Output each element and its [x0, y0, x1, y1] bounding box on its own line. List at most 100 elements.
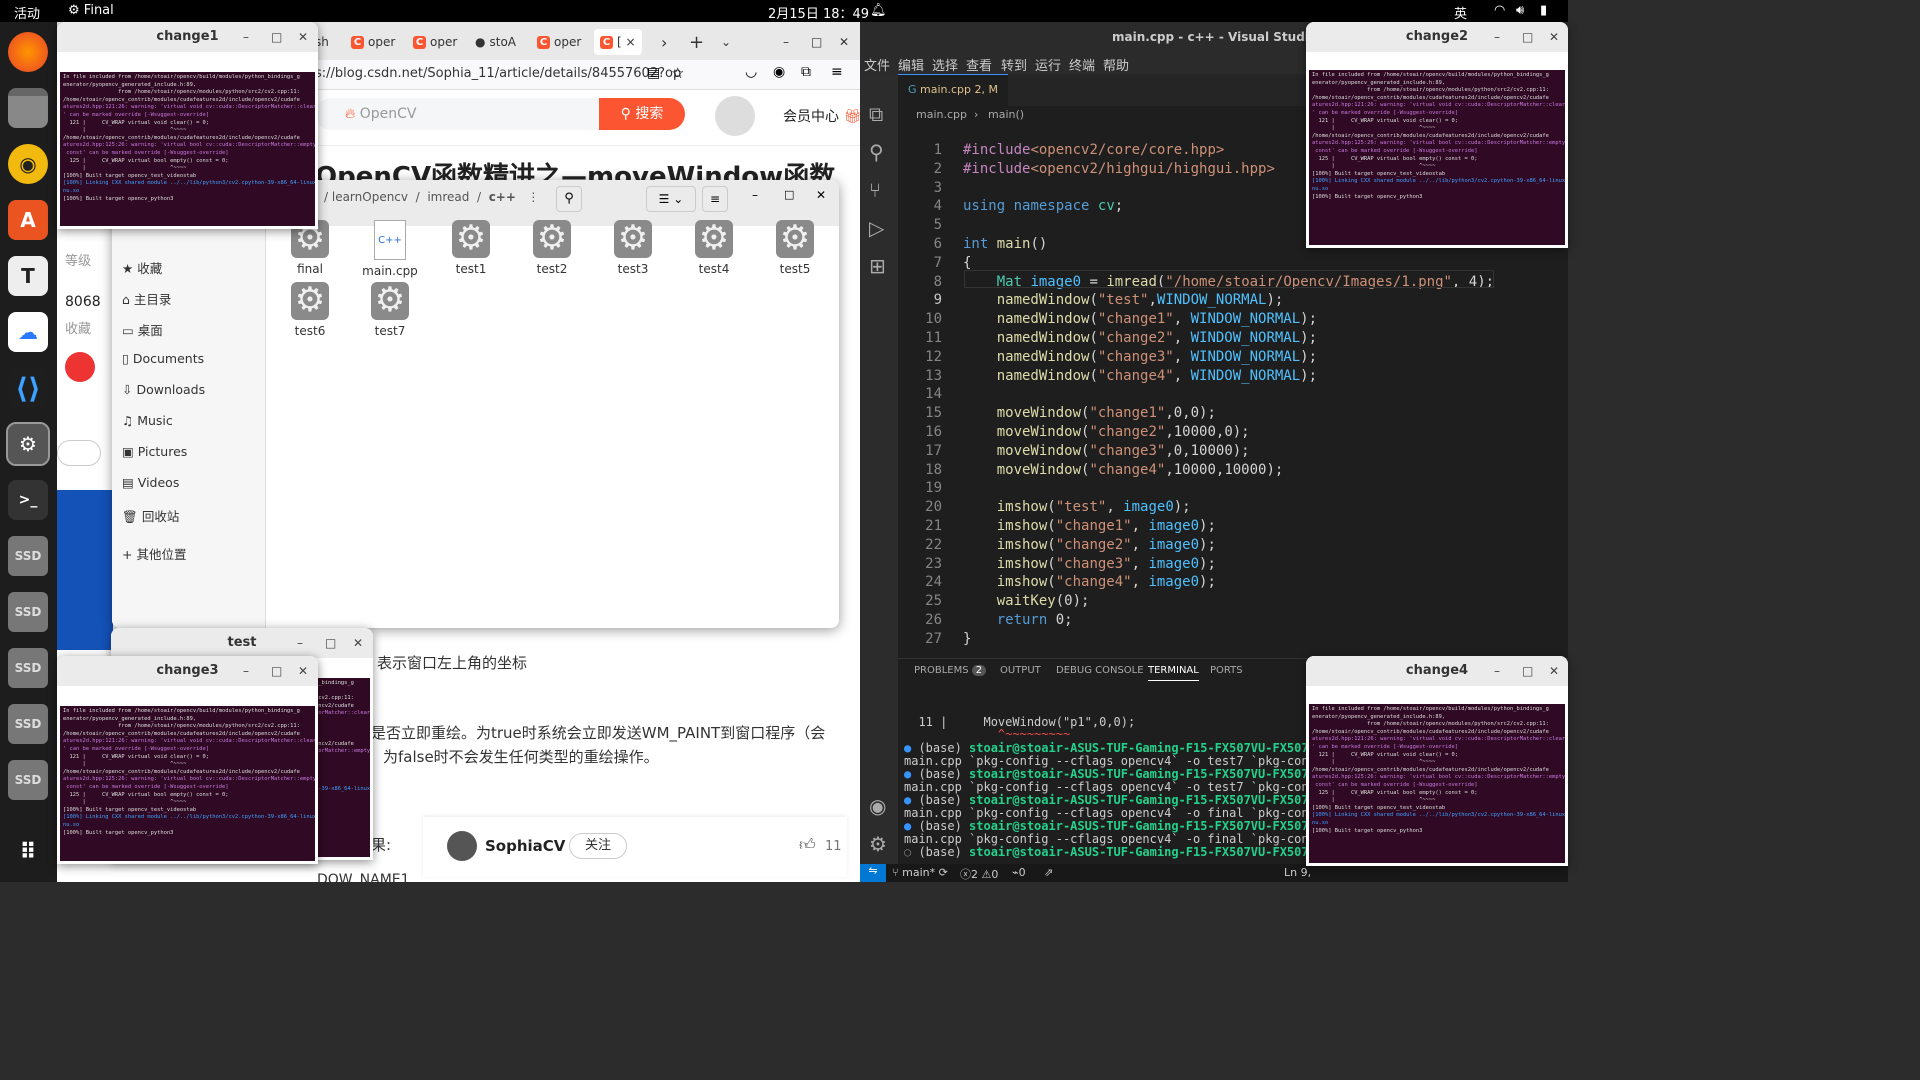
code-line[interactable]: moveWindow("change2",10000,0); [963, 424, 1250, 440]
vscode-icon[interactable]: ⟨⟩ [8, 368, 48, 408]
bell-icon[interactable]: 🔔︎ [870, 3, 887, 18]
remote-icon[interactable]: ⇋ [860, 864, 886, 882]
code-line[interactable]: namedWindow("test",WINDOW_NORMAL); [963, 292, 1284, 308]
app-grid-icon[interactable]: ⠿ [8, 832, 48, 872]
sidebar-item-home[interactable]: ⌂ 主目录 [122, 289, 171, 308]
close-icon[interactable]: ✕ [298, 28, 308, 46]
software-icon[interactable]: A [8, 200, 48, 240]
menu-terminal[interactable]: 终端 [1069, 55, 1095, 74]
menu-edit[interactable]: 编辑 [898, 55, 924, 74]
close-icon[interactable]: ✕ [298, 662, 308, 680]
minimize-icon[interactable]: – [243, 28, 249, 46]
tab-main-cpp[interactable]: G main.cpp 2, M [898, 74, 1008, 106]
sidebar-item-desktop[interactable]: ▭ 桌面 [122, 320, 163, 339]
maximize-icon[interactable]: □ [325, 634, 336, 652]
wifi-icon[interactable]: ◠ [1494, 3, 1505, 18]
battery-icon[interactable]: ▮ [1540, 3, 1547, 18]
code-line[interactable]: imshow("test", image0); [963, 499, 1191, 515]
code-line[interactable]: moveWindow("change4",10000,10000); [963, 462, 1284, 478]
minimize-icon[interactable]: – [1494, 28, 1500, 46]
follow-button[interactable]: 关注 [569, 833, 627, 859]
code-line[interactable]: return 0; [963, 612, 1073, 628]
code-line[interactable]: waitKey(0); [963, 593, 1090, 609]
branch-indicator[interactable]: ⑂ main* ⟳ [892, 866, 948, 879]
file-item[interactable]: test2 [522, 218, 582, 276]
code-line[interactable]: imshow("change1", image0); [963, 518, 1216, 534]
close-icon[interactable]: ✕ [839, 29, 849, 55]
ssd-drive-icon[interactable]: SSD [8, 760, 48, 800]
menu-file[interactable]: 文件 [864, 55, 890, 74]
problems-indicator[interactable]: ⓧ2 ⚠0 [960, 866, 998, 882]
code-line[interactable]: moveWindow("change1",0,0); [963, 405, 1216, 421]
close-icon[interactable]: ✕ [1549, 28, 1559, 46]
tab-output[interactable]: OUTPUT [1000, 665, 1041, 676]
search-icon[interactable]: ⚲ [556, 186, 582, 212]
ssd-drive-icon[interactable]: SSD [8, 704, 48, 744]
manage-gear-icon[interactable]: ⚙ [869, 832, 887, 856]
account-icon[interactable]: ◉ [773, 64, 785, 80]
settings-icon[interactable]: ⚙ [6, 422, 50, 466]
tab-ports[interactable]: PORTS [1210, 665, 1243, 676]
sidebar-item-music[interactable]: ♫ Music [122, 413, 173, 428]
sidebar-item-pictures[interactable]: ▣ Pictures [122, 444, 187, 459]
source-control-icon[interactable]: ⑂ [869, 178, 881, 202]
reader-icon[interactable]: ▤ [647, 65, 660, 81]
terminal-icon[interactable]: >_ [8, 480, 48, 520]
view-toggle-icon[interactable]: ☰ ⌄ [646, 186, 696, 212]
opencv-window-change1[interactable]: change1 – □ ✕ In file included from /home/… [57, 22, 318, 229]
sidebar-item-downloads[interactable]: ⇩ Downloads [122, 382, 205, 397]
activities-button[interactable]: 活动 [14, 3, 40, 22]
member-center-link[interactable]: 会员中心 🎁︎ [783, 106, 860, 126]
input-method[interactable]: 英 [1454, 3, 1467, 22]
menu-go[interactable]: 转到 [1001, 55, 1027, 74]
extensions-icon[interactable]: ⊞ [869, 254, 886, 278]
file-item[interactable]: test1 [441, 218, 501, 276]
code-line[interactable]: { [963, 255, 971, 271]
sidebar-item-documents[interactable]: ▯ Documents [122, 351, 204, 366]
maximize-icon[interactable]: □ [271, 28, 282, 46]
run-debug-icon[interactable]: ▷ [869, 216, 884, 240]
code-line[interactable]: #include<opencv2/core/core.hpp> [963, 142, 1224, 158]
code-line[interactable]: imshow("change3", image0); [963, 556, 1216, 572]
explorer-icon[interactable]: ⧉ [869, 102, 883, 126]
author-avatar[interactable] [447, 831, 477, 861]
csdn-search-input[interactable]: 🔥︎ OpenCV [315, 98, 599, 130]
sidebar-item-starred[interactable]: ★ 收藏 [122, 258, 162, 277]
like-icon[interactable]: 👍︎ [799, 835, 816, 855]
minimize-icon[interactable]: – [243, 662, 249, 680]
file-item[interactable]: C++ main.cpp [360, 220, 420, 278]
browser-tab[interactable]: ● stoA [475, 29, 516, 55]
code-line[interactable]: } [963, 631, 971, 647]
account-icon[interactable]: ◉ [869, 794, 886, 818]
file-item[interactable]: test7 [360, 280, 420, 338]
tab-terminal[interactable]: TERMINAL [1148, 665, 1199, 681]
menu-run[interactable]: 运行 [1035, 55, 1061, 74]
code-line[interactable]: using namespace cv; [963, 198, 1123, 214]
tab-problems[interactable]: PROBLEMS 2 [914, 665, 987, 676]
minimize-icon[interactable]: – [1494, 662, 1500, 680]
file-item[interactable]: test5 [765, 218, 825, 276]
sidebar-button[interactable] [57, 440, 101, 466]
clock[interactable]: 2月15日 18：49 [768, 3, 869, 22]
rhythmbox-icon[interactable]: ◉ [8, 144, 48, 184]
tab-debug-console[interactable]: DEBUG CONSOLE [1056, 665, 1144, 676]
browser-tab[interactable]: Coper [537, 29, 581, 55]
extensions-icon[interactable]: ⧉ [801, 64, 811, 80]
minimize-icon[interactable]: – [297, 634, 303, 652]
close-icon[interactable]: ✕ [816, 188, 826, 202]
ssd-drive-icon[interactable]: SSD [8, 536, 48, 576]
file-item[interactable]: test6 [280, 280, 340, 338]
firefox-icon[interactable] [8, 32, 48, 72]
crumb-current[interactable]: c++ [489, 190, 516, 204]
opencv-window-change3[interactable]: change3 – □ ✕ In file included from /home/… [57, 656, 318, 864]
menu-selection[interactable]: 选择 [932, 55, 958, 74]
tab-list-icon[interactable]: ⌄ [721, 29, 731, 55]
menu-icon[interactable]: ≡ [831, 64, 843, 80]
crumb[interactable]: learnOpencv [332, 190, 408, 204]
ssd-drive-icon[interactable]: SSD [8, 592, 48, 632]
maximize-icon[interactable]: □ [1522, 662, 1533, 680]
typora-icon[interactable]: T [8, 256, 48, 296]
menu-view[interactable]: 查看 [966, 55, 992, 74]
ports-indicator[interactable]: ⌁0 [1012, 866, 1026, 879]
bookmark-star-icon[interactable]: ☆ [671, 64, 684, 82]
